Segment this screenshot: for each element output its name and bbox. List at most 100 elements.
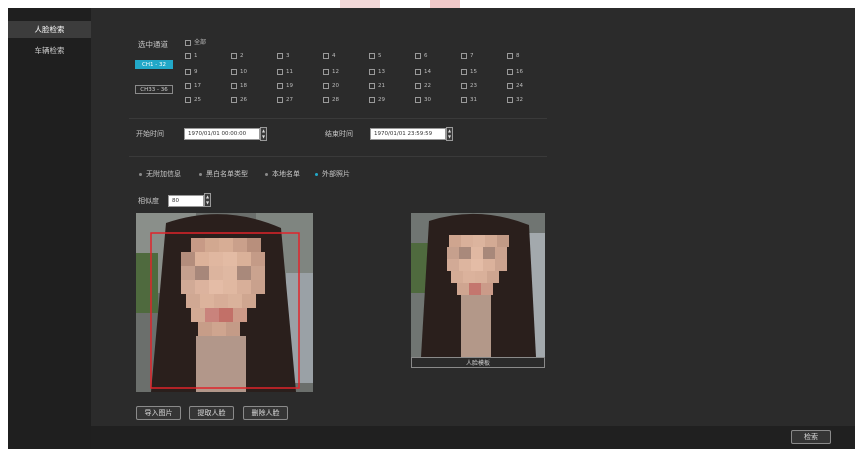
channel-checkbox[interactable]: 16 [507,68,547,77]
channel-checkbox[interactable]: 19 [277,82,317,91]
channel-checkbox[interactable]: 32 [507,96,547,105]
channel-checkbox[interactable]: 27 [277,96,317,105]
channel-checkbox[interactable]: 20 [323,82,363,91]
channel-checkbox[interactable]: 12 [323,68,363,77]
channel-checkbox[interactable]: 15 [461,68,501,77]
channel-number-label: 27 [286,97,293,103]
radio-no-extra-info[interactable]: 无附加信息 [139,170,181,179]
end-time-spinner[interactable]: ▲ ▼ [446,127,453,141]
channel-number-label: 25 [194,97,201,103]
channel-checkbox[interactable]: 31 [461,96,501,105]
channel-number-label: 12 [332,69,339,75]
channel-checkbox[interactable]: 9 [185,68,225,77]
checkbox-icon [323,96,329,103]
channel-checkbox[interactable]: 5 [369,52,409,61]
arrow-down-icon: ▼ [261,134,266,139]
channel-group-1-32-button[interactable]: CH1 - 32 [135,60,173,69]
app-window: 人脸检索 车辆检索 选中通道 全部 CH1 - 32 CH33 - 36 123… [8,8,855,449]
start-time-label: 开始时间 [136,130,164,138]
sidebar: 人脸检索 车辆检索 [8,8,91,449]
channel-checkbox[interactable]: 17 [185,82,225,91]
channel-checkbox[interactable]: 25 [185,96,225,105]
checkbox-icon [507,52,513,59]
channel-number-label: 22 [424,83,431,89]
similarity-field[interactable]: 80 [168,195,204,207]
checkbox-icon [415,52,421,59]
delete-face-button[interactable]: 删除人脸 [243,406,288,420]
channel-checkbox[interactable]: 1 [185,52,225,61]
checkbox-icon [323,82,329,89]
checkbox-icon [461,96,467,103]
channel-number-label: 29 [378,97,385,103]
radio-external-photo[interactable]: 外部照片 [315,170,350,179]
radio-dot-icon [315,172,318,176]
channel-checkbox[interactable]: 3 [277,52,317,61]
sidebar-item-face-search[interactable]: 人脸检索 [8,21,91,38]
checkbox-icon [369,52,375,59]
channel-number-label: 16 [516,69,523,75]
channel-number-label: 1 [194,53,198,59]
checkbox-icon [185,96,191,103]
radio-label: 无附加信息 [146,170,181,178]
radio-label: 外部照片 [322,170,350,178]
checkbox-icon [369,68,375,75]
channel-number-label: 4 [332,53,336,59]
channel-number-label: 14 [424,69,431,75]
channel-checkbox[interactable]: 29 [369,96,409,105]
section-divider [129,118,547,119]
checkbox-icon [415,82,421,89]
channel-number-label: 15 [470,69,477,75]
channel-checkbox[interactable]: 8 [507,52,547,61]
similarity-spinner[interactable]: ▲ ▼ [204,193,211,207]
channel-checkbox[interactable]: 30 [415,96,455,105]
channel-number-label: 6 [424,53,428,59]
channel-checkbox[interactable]: 24 [507,82,547,91]
radio-blacklist-type[interactable]: 黑白名单类型 [199,170,248,179]
checkbox-icon [369,82,375,89]
checkbox-icon [231,52,237,59]
extract-face-button[interactable]: 提取人脸 [189,406,234,420]
checkbox-icon [277,96,283,103]
channel-number-label: 24 [516,83,523,89]
channel-checkbox[interactable]: 22 [415,82,455,91]
checkbox-icon [185,68,191,75]
start-time-spinner[interactable]: ▲ ▼ [260,127,267,141]
start-time-field[interactable]: 1970/01/01 00:00:00 [184,128,260,140]
checkbox-icon [507,68,513,75]
channel-checkbox[interactable]: 4 [323,52,363,61]
channel-checkbox[interactable]: 26 [231,96,271,105]
channel-all-checkbox[interactable]: 全部 [185,38,225,47]
checkbox-icon [277,82,283,89]
import-image-button[interactable]: 导入图片 [136,406,181,420]
checkbox-icon [369,96,375,103]
checkbox-icon [461,68,467,75]
arrow-down-icon: ▼ [447,134,452,139]
end-time-field[interactable]: 1970/01/01 23:59:59 [370,128,446,140]
channel-checkbox[interactable]: 13 [369,68,409,77]
channel-checkbox[interactable]: 28 [323,96,363,105]
checkbox-icon [507,82,513,89]
channel-checkbox[interactable]: 23 [461,82,501,91]
channel-checkbox[interactable]: 21 [369,82,409,91]
channel-group-33-36-button[interactable]: CH33 - 36 [135,85,173,94]
channel-number-label: 20 [332,83,339,89]
uploaded-photo [136,213,313,392]
channel-checkbox[interactable]: 6 [415,52,455,61]
checkbox-icon [185,82,191,89]
channel-checkbox[interactable]: 7 [461,52,501,61]
search-button[interactable]: 检索 [791,430,831,444]
channel-checkbox[interactable]: 2 [231,52,271,61]
checkbox-icon [461,82,467,89]
footer-bar: 检索 [91,426,855,449]
channel-number-label: 21 [378,83,385,89]
channel-checkbox[interactable]: 10 [231,68,271,77]
channel-checkbox[interactable]: 18 [231,82,271,91]
channel-checkbox[interactable]: 14 [415,68,455,77]
channel-number-label: 32 [516,97,523,103]
checkbox-icon [461,52,467,59]
channel-checkbox[interactable]: 11 [277,68,317,77]
radio-label: 本地名单 [272,170,300,178]
checkbox-icon [231,68,237,75]
radio-local-list[interactable]: 本地名单 [265,170,300,179]
sidebar-item-vehicle-search[interactable]: 车辆检索 [8,42,91,59]
